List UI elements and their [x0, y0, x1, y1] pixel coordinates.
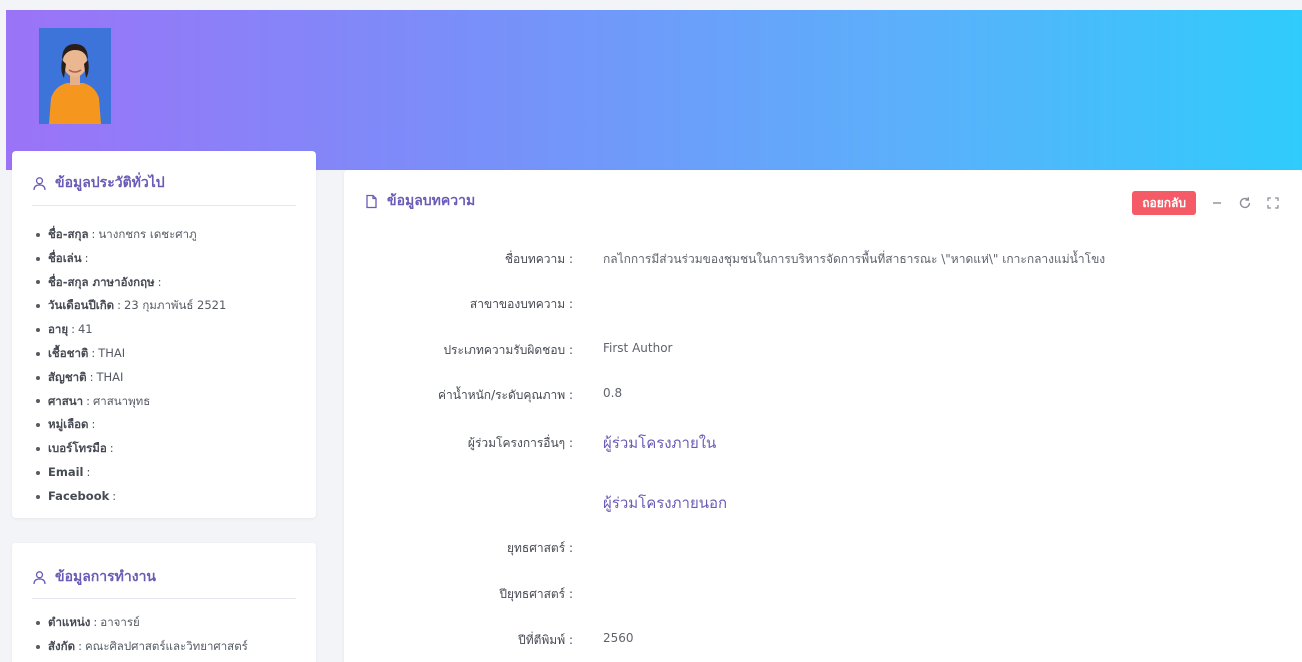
- info-item: ตำแหน่ง: อาจารย์: [36, 611, 248, 635]
- field-label: ประเภทความรับผิดชอบ :: [443, 343, 573, 357]
- info-separator: :: [109, 441, 114, 456]
- info-label: ศาสนา: [48, 393, 84, 408]
- info-label: เบอร์โทรมือ: [48, 441, 107, 456]
- info-separator: :: [91, 417, 96, 432]
- fullscreen-icon[interactable]: [1266, 196, 1280, 210]
- info-separator: :: [91, 227, 96, 241]
- info-value: ศาสนาพุทธ: [92, 393, 151, 408]
- info-item: สัญชาติ: THAI: [36, 366, 226, 390]
- coop-external-link[interactable]: ผู้ร่วมโครงภายนอก: [603, 491, 727, 515]
- info-value: THAI: [98, 345, 126, 360]
- work-info-list: ตำแหน่ง: อาจารย์ สังกัด: คณะศิลปศาสตร์และวิ…: [36, 611, 248, 659]
- info-label: Facebook: [48, 488, 110, 503]
- info-item: เบอร์โทรมือ:: [36, 437, 226, 461]
- info-label: ตำแหน่ง: [48, 615, 91, 629]
- info-item: สังกัด: คณะศิลปศาสตร์และวิทยาศาสตร์: [36, 635, 248, 659]
- file-icon: [364, 194, 379, 209]
- info-item: ชื่อเล่น:: [36, 247, 226, 271]
- info-item: หมู่เลือด:: [36, 413, 226, 437]
- info-label: อายุ: [48, 322, 69, 337]
- field-label: ยุทธศาสตร์ :: [506, 541, 573, 555]
- info-item: Facebook:: [36, 485, 226, 509]
- info-value: THAI: [96, 369, 124, 384]
- work-info-title-text: ข้อมูลการทำงาน: [55, 569, 157, 585]
- info-item: Email:: [36, 461, 226, 485]
- general-info-list: ชื่อ-สกุล: นางกชกร เดชะศาภู ชื่อเล่น: ชื่อ-…: [36, 223, 226, 509]
- info-label: Email: [48, 464, 84, 479]
- info-label: หมู่เลือด: [48, 417, 89, 432]
- info-separator: :: [89, 369, 94, 384]
- article-title-text: ข้อมูลบทความ: [387, 193, 476, 209]
- info-value: อาจารย์: [100, 615, 140, 629]
- back-button[interactable]: ถอยกลับ: [1132, 191, 1196, 215]
- field-label: ค่าน้ำหนัก/ระดับคุณภาพ :: [437, 388, 573, 402]
- info-item: ชื่อ-สกุล ภาษาอังกฤษ:: [36, 271, 226, 295]
- divider: [32, 205, 296, 206]
- field-label: ผู้ร่วมโครงการอื่นๆ :: [467, 436, 573, 450]
- info-value: 41: [77, 322, 93, 337]
- info-value: 23 กุมภาพันธ์ 2521: [124, 298, 227, 313]
- field-label: ปีที่ตีพิมพ์ :: [518, 633, 573, 647]
- info-item: เชื้อชาติ: THAI: [36, 342, 226, 366]
- info-separator: :: [71, 322, 75, 337]
- info-value: นางกชกร เดชะศาภู: [98, 227, 197, 241]
- minimize-icon[interactable]: [1210, 196, 1224, 210]
- info-separator: :: [93, 615, 98, 629]
- info-item: วันเดือนปีเกิด:23 กุมภาพันธ์ 2521: [36, 294, 226, 318]
- field-value: First Author: [603, 341, 673, 355]
- info-item: อายุ:41: [36, 318, 226, 342]
- info-label: วันเดือนปีเกิด: [48, 298, 115, 313]
- info-separator: :: [112, 488, 117, 503]
- article-card: ข้อมูลบทความ ถอยกลับ ชื่อบทความ : กลไกกา…: [344, 170, 1302, 662]
- info-separator: :: [91, 345, 96, 360]
- info-value: คณะศิลปศาสตร์และวิทยาศาสตร์: [84, 638, 248, 653]
- info-label: ชื่อเล่น: [48, 250, 82, 265]
- field-value: 0.8: [603, 386, 623, 400]
- work-info-card: ข้อมูลการทำงาน ตำแหน่ง: อาจารย์ สังกัด: คณะ…: [12, 543, 316, 662]
- info-separator: :: [157, 274, 162, 289]
- info-item: ศาสนา: ศาสนาพุทธ: [36, 390, 226, 414]
- field-value: กลไกการมีส่วนร่วมของชุมชนในการบริหารจัดก…: [603, 252, 1106, 266]
- profile-banner: [6, 10, 1302, 170]
- field-label: ชื่อบทความ :: [504, 252, 573, 266]
- info-item: ชื่อ-สกุล: นางกชกร เดชะศาภู: [36, 223, 226, 247]
- info-separator: :: [78, 638, 82, 653]
- info-separator: :: [86, 393, 90, 408]
- field-label: สาขาของบทความ :: [469, 297, 573, 311]
- refresh-icon[interactable]: [1238, 196, 1252, 210]
- info-label: ชื่อ-สกุล ภาษาอังกฤษ: [48, 274, 155, 289]
- info-label: สังกัด: [48, 638, 76, 653]
- divider: [32, 598, 296, 599]
- info-label: เชื้อชาติ: [48, 345, 89, 360]
- field-value: 2560: [603, 631, 634, 645]
- general-info-card: ข้อมูลประวัติทั่วไป ชื่อ-สกุล: นางกชกร เด…: [12, 151, 316, 518]
- info-label: ชื่อ-สกุล: [48, 227, 89, 241]
- article-title: ข้อมูลบทความ: [364, 190, 475, 212]
- profile-photo: [39, 28, 111, 124]
- field-label: ปียุทธศาสตร์ :: [499, 587, 573, 601]
- card-toolbar: ถอยกลับ: [1132, 191, 1280, 215]
- info-separator: :: [86, 464, 91, 479]
- info-separator: :: [84, 250, 89, 265]
- user-icon: [32, 176, 47, 191]
- coop-internal-link[interactable]: ผู้ร่วมโครงภายใน: [603, 431, 716, 455]
- info-separator: :: [117, 298, 122, 313]
- general-info-title: ข้อมูลประวัติทั่วไป: [32, 172, 165, 194]
- info-label: สัญชาติ: [48, 369, 87, 384]
- general-info-title-text: ข้อมูลประวัติทั่วไป: [55, 175, 165, 191]
- user-icon: [32, 570, 47, 585]
- work-info-title: ข้อมูลการทำงาน: [32, 566, 156, 588]
